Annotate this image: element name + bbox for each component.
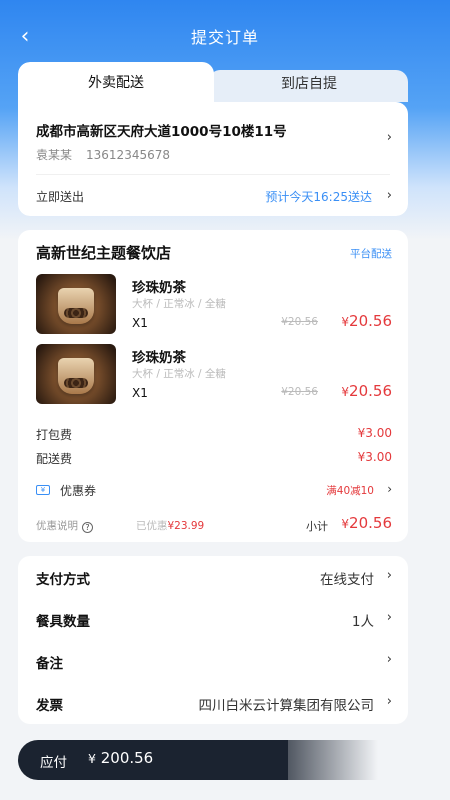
- payment-bar[interactable]: 应付 ¥ 200.56: [18, 740, 378, 780]
- invoice-row[interactable]: 发票 四川白米云计算集团有限公司 ›: [36, 690, 392, 714]
- contact-phone: 13612345678: [86, 148, 170, 162]
- product-image: [36, 344, 116, 404]
- address-section[interactable]: 成都市高新区天府大道1000号10楼11号 袁某某 13612345678 › 立…: [18, 102, 408, 216]
- chevron-right-icon[interactable]: ›: [387, 188, 392, 203]
- remarks-row[interactable]: 备注 ›: [36, 648, 392, 672]
- help-icon[interactable]: ?: [82, 522, 93, 533]
- item-name: 珍珠奶茶: [132, 350, 186, 366]
- amount-due-value: ¥ 200.56: [88, 749, 154, 767]
- subtotal-row: 优惠说明? 已优惠¥23.99 小计 ¥20.56: [36, 514, 392, 534]
- chevron-right-icon: ›: [386, 694, 392, 709]
- chevron-right-icon: ›: [386, 568, 392, 583]
- delivery-fee-row: 配送费 ¥3.00: [36, 450, 392, 467]
- subtotal-value: ¥20.56: [341, 514, 392, 532]
- fee-value: ¥3.00: [357, 426, 392, 440]
- option-value: 在线支付: [320, 572, 374, 588]
- delivery-card: 到店自提 外卖配送 成都市高新区天府大道1000号10楼11号 袁某某 13612…: [18, 62, 408, 216]
- delivery-time-label: 立即送出: [36, 190, 85, 204]
- option-label: 支付方式: [36, 572, 90, 588]
- nav-header: ‹ 提交订单: [0, 14, 450, 58]
- option-label: 发票: [36, 698, 63, 714]
- option-value: 1人: [351, 614, 374, 630]
- coupon-row[interactable]: ¥ 优惠券 满40减10 ›: [36, 482, 392, 502]
- order-options-card: 支付方式 在线支付 › 餐具数量 1人 › 备注 › 发票 四川白米云计算集团有…: [18, 556, 408, 724]
- address-line: 成都市高新区天府大道1000号10楼11号: [36, 124, 287, 140]
- tab-pickup[interactable]: 到店自提: [210, 70, 408, 102]
- tab-delivery[interactable]: 外卖配送: [18, 62, 214, 102]
- option-value: 四川白米云计算集团有限公司: [198, 698, 375, 714]
- fee-label: 打包费: [36, 428, 73, 442]
- chevron-right-icon: ›: [387, 482, 392, 496]
- option-label: 餐具数量: [36, 614, 90, 630]
- contact-name: 袁某某: [36, 148, 73, 162]
- payment-method-row[interactable]: 支付方式 在线支付 ›: [36, 564, 392, 588]
- item-quantity: X1: [132, 316, 148, 330]
- delivery-eta[interactable]: 预计今天16:25送达: [265, 188, 372, 205]
- shop-name: 高新世纪主题餐饮店: [36, 244, 172, 262]
- packing-fee-row: 打包费 ¥3.00: [36, 426, 392, 443]
- discount-amount: 已优惠¥23.99: [136, 520, 205, 532]
- chevron-right-icon: ›: [386, 652, 392, 667]
- contact-info: 袁某某 13612345678: [36, 146, 170, 163]
- option-label: 备注: [36, 656, 63, 672]
- divider: [36, 174, 390, 175]
- list-item: 珍珠奶茶 大杯 / 正常冰 / 全糖 X1 ¥20.56 ¥20.56: [36, 344, 392, 404]
- order-items-card: 高新世纪主题餐饮店 平台配送 珍珠奶茶 大杯 / 正常冰 / 全糖 X1 ¥20…: [18, 230, 408, 542]
- coupon-label: 优惠券: [60, 484, 97, 498]
- item-spec: 大杯 / 正常冰 / 全糖: [132, 368, 226, 380]
- delivery-type-tag: 平台配送: [350, 248, 392, 260]
- item-price: ¥20.56: [341, 312, 392, 330]
- fee-label: 配送费: [36, 452, 73, 466]
- product-image: [36, 274, 116, 334]
- subtotal-label: 小计: [306, 520, 328, 533]
- list-item: 珍珠奶茶 大杯 / 正常冰 / 全糖 X1 ¥20.56 ¥20.56: [36, 274, 392, 334]
- delivery-tabs: 到店自提 外卖配送: [18, 62, 408, 102]
- page-title: 提交订单: [190, 28, 259, 47]
- item-original-price: ¥20.56: [281, 386, 318, 398]
- chevron-right-icon: ›: [386, 130, 392, 145]
- tableware-row[interactable]: 餐具数量 1人 ›: [36, 606, 392, 630]
- item-name: 珍珠奶茶: [132, 280, 186, 296]
- discount-info[interactable]: 优惠说明?: [36, 518, 93, 533]
- coupon-value: 满40减10: [326, 485, 374, 497]
- status-bar: [0, 0, 450, 10]
- item-spec: 大杯 / 正常冰 / 全糖: [132, 298, 226, 310]
- amount-due-label: 应付: [40, 755, 67, 771]
- fee-value: ¥3.00: [357, 450, 392, 464]
- coupon-icon: ¥: [36, 485, 50, 495]
- item-quantity: X1: [132, 386, 148, 400]
- chevron-right-icon: ›: [386, 610, 392, 625]
- item-price: ¥20.56: [341, 382, 392, 400]
- item-original-price: ¥20.56: [281, 316, 318, 328]
